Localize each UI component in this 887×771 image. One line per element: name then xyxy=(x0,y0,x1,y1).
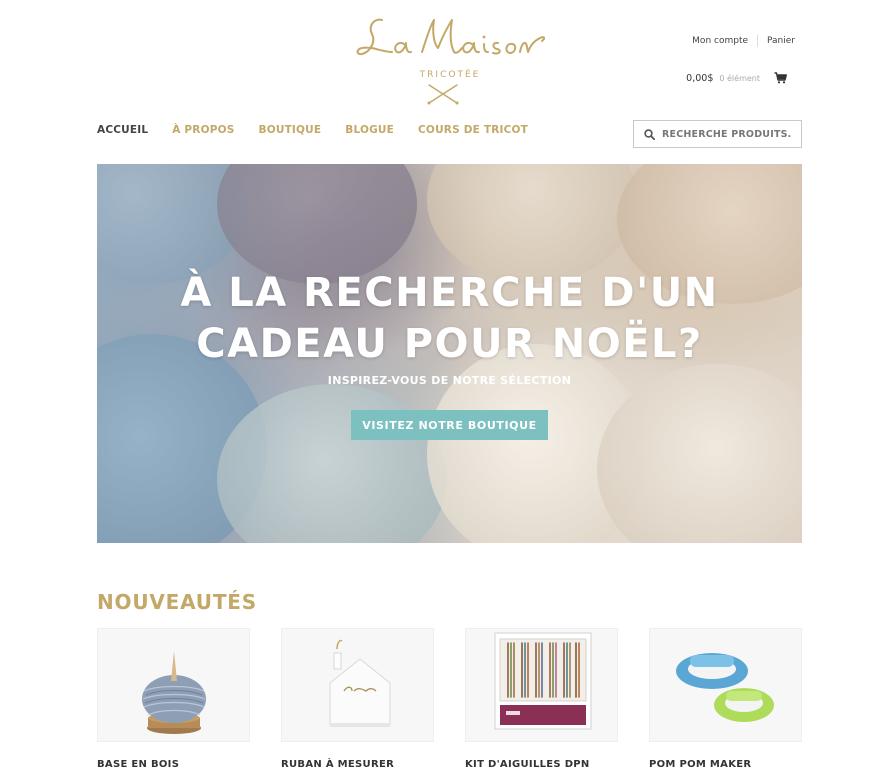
yarn-skein-image xyxy=(427,164,637,284)
hero-subtitle: INSPIREZ-VOUS DE NOTRE SÉLECTION xyxy=(327,374,572,387)
product-card[interactable]: RUBAN À MESURER xyxy=(281,628,434,770)
nav-item-boutique[interactable]: BOUTIQUE xyxy=(259,124,322,136)
main-navigation: ACCUEIL À PROPOS BOUTIQUE BLOGUE COURS DE TR… xyxy=(97,124,552,136)
knitting-needles-icon xyxy=(427,84,459,105)
shopping-cart-icon[interactable] xyxy=(774,72,787,84)
site-logo[interactable]: TRICOTÉE xyxy=(352,8,548,105)
product-image-tape-measure[interactable] xyxy=(281,628,434,742)
product-image-pom-pom-maker[interactable] xyxy=(649,628,802,742)
product-image-dpn-kit[interactable] xyxy=(465,628,618,742)
mini-cart[interactable]: 0,00$ 0 élément xyxy=(686,72,787,84)
cart-link[interactable]: Panier xyxy=(767,36,795,46)
dpn-needle-kit-image xyxy=(494,632,592,730)
visit-shop-button[interactable]: VISITEZ NOTRE BOUTIQUE xyxy=(351,410,548,440)
product-search xyxy=(633,120,802,148)
nav-item-cours-de-tricot[interactable]: COURS DE TRICOT xyxy=(418,124,528,136)
cart-item-count: 0 élément xyxy=(719,73,760,83)
account-links-divider xyxy=(757,35,759,47)
logo-subtitle: TRICOTÉE xyxy=(419,70,481,80)
product-card[interactable]: POM POM MAKER xyxy=(649,628,802,770)
yarn-cake-on-wood-base-image xyxy=(142,651,206,734)
hero-title-line-1: À LA RECHERCHE D'UN xyxy=(180,270,719,316)
nav-item-a-propos[interactable]: À PROPOS xyxy=(172,124,234,136)
product-card[interactable]: BASE EN BOIS xyxy=(97,628,250,770)
house-tape-measure-image xyxy=(329,639,391,727)
hero-title: À LA RECHERCHE D'UN CADEAU POUR NOËL? xyxy=(97,268,802,370)
logo-script-mark xyxy=(356,18,546,56)
new-products-grid: BASE EN BOIS RUBAN À MESURER KIT D'AIGUI… xyxy=(97,628,802,770)
nav-item-blogue[interactable]: BLOGUE xyxy=(345,124,394,136)
pom-pom-maker-image xyxy=(676,653,774,722)
product-name[interactable]: BASE EN BOIS xyxy=(97,759,250,770)
search-input[interactable] xyxy=(662,128,792,140)
product-name[interactable]: POM POM MAKER xyxy=(649,759,802,770)
product-card[interactable]: KIT D'AIGUILLES DPN xyxy=(465,628,618,770)
new-products-title: NOUVEAUTÉS xyxy=(97,590,257,614)
hero-banner: À LA RECHERCHE D'UN CADEAU POUR NOËL? IN… xyxy=(97,164,802,543)
product-name[interactable]: RUBAN À MESURER xyxy=(281,759,434,770)
search-icon[interactable] xyxy=(644,128,655,140)
my-account-link[interactable]: Mon compte xyxy=(692,36,748,46)
product-name[interactable]: KIT D'AIGUILLES DPN xyxy=(465,759,618,770)
nav-item-accueil[interactable]: ACCUEIL xyxy=(97,124,148,136)
product-image-wooden-base[interactable] xyxy=(97,628,250,742)
cart-total: 0,00$ xyxy=(686,72,714,84)
account-links: Mon compte Panier xyxy=(692,35,795,47)
yarn-skein-image xyxy=(217,164,417,284)
hero-title-line-2: CADEAU POUR NOËL? xyxy=(196,321,703,367)
